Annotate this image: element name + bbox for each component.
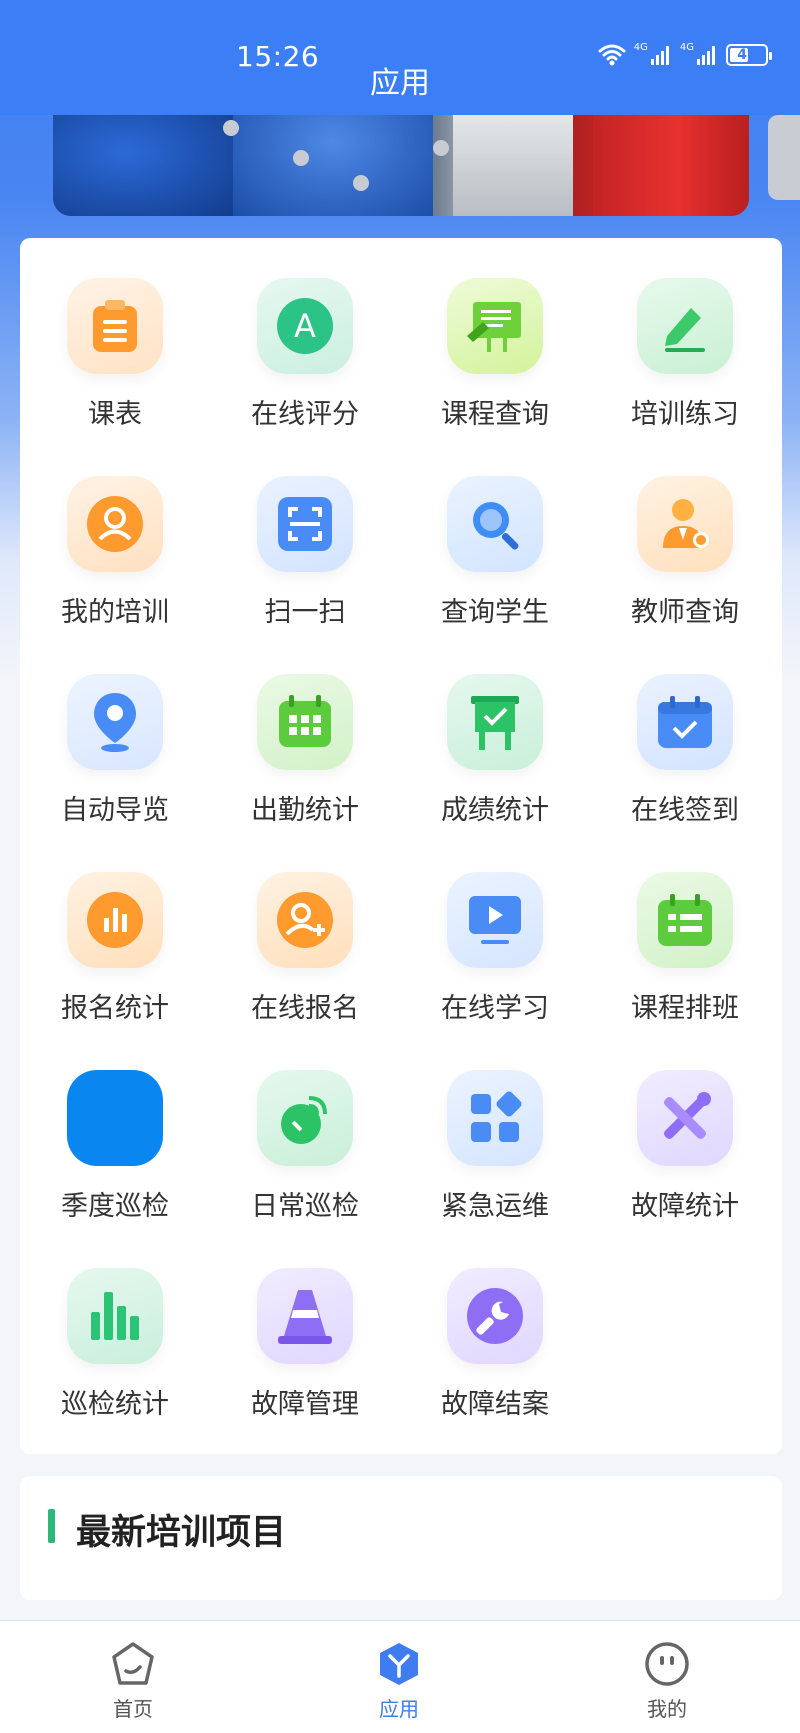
header-bar: 15:26 应用 4G 4G 49 xyxy=(0,0,800,115)
app-label: 培训练习 xyxy=(631,399,739,430)
video-play-icon xyxy=(447,872,543,968)
bottom-tab-bar: 首页 应用 我的 xyxy=(0,1620,800,1733)
app-label: 报名统计 xyxy=(61,993,169,1024)
grade-a-icon: A xyxy=(257,278,353,374)
app-grid: 课表 A 在线评分 课程查询 培训练习 我的培训 扫一扫 查询学生 教师查询 自… xyxy=(20,238,782,1454)
banner-next-image xyxy=(768,115,800,200)
app-label: 在线评分 xyxy=(251,399,359,430)
app-label: 课程排班 xyxy=(631,993,739,1024)
svg-text:A: A xyxy=(294,307,316,345)
tab-apps[interactable]: 应用 xyxy=(266,1621,532,1733)
signal-icon xyxy=(650,46,669,65)
tab-label: 应用 xyxy=(379,1697,419,1721)
network-type-1: 4G xyxy=(633,41,648,53)
traffic-cone-icon xyxy=(257,1268,353,1364)
section-title: 最新培训项目 xyxy=(76,1513,287,1553)
scan-icon xyxy=(257,476,353,572)
teacher-icon xyxy=(637,476,733,572)
app-label: 教师查询 xyxy=(631,597,739,628)
app-label: 故障统计 xyxy=(631,1191,739,1222)
app-label: 扫一扫 xyxy=(264,597,346,628)
app-grade-stats[interactable]: 成绩统计 xyxy=(400,674,590,844)
app-label: 日常巡检 xyxy=(251,1191,359,1222)
app-label: 课程查询 xyxy=(441,399,549,430)
app-label: 故障管理 xyxy=(251,1389,359,1420)
clipboard-icon xyxy=(67,278,163,374)
latest-training-section: 最新培训项目 xyxy=(20,1476,782,1600)
app-label: 季度巡检 xyxy=(61,1191,169,1222)
search-icon xyxy=(447,476,543,572)
tools-icon xyxy=(637,1070,733,1166)
app-label: 紧急运维 xyxy=(441,1191,549,1222)
app-label: 成绩统计 xyxy=(441,795,549,826)
app-fault-closure[interactable]: 故障结案 xyxy=(400,1268,590,1438)
app-daily-inspection[interactable]: 日常巡检 xyxy=(210,1070,400,1240)
battery-icon: 49 xyxy=(726,44,772,66)
satellite-dish-icon xyxy=(257,1070,353,1166)
bar-chart-icon xyxy=(67,1268,163,1364)
network-type-2: 4G xyxy=(679,41,694,53)
app-emergency-maintenance[interactable]: 紧急运维 xyxy=(400,1070,590,1240)
app-online-checkin[interactable]: 在线签到 xyxy=(590,674,780,844)
pencil-icon xyxy=(637,278,733,374)
signal-icon-2 xyxy=(697,46,715,65)
location-pin-icon xyxy=(67,674,163,770)
app-course-scheduling[interactable]: 课程排班 xyxy=(590,872,780,1042)
app-online-grading[interactable]: A 在线评分 xyxy=(210,278,400,448)
app-schedule[interactable]: 课表 xyxy=(20,278,210,448)
app-enrollment-stats[interactable]: 报名统计 xyxy=(20,872,210,1042)
app-my-training[interactable]: 我的培训 xyxy=(20,476,210,646)
wrench-circle-icon xyxy=(447,1268,543,1364)
apps-hex-icon xyxy=(374,1639,424,1689)
app-label: 巡检统计 xyxy=(61,1389,169,1420)
app-label: 在线签到 xyxy=(631,795,739,826)
app-label: 查询学生 xyxy=(441,597,549,628)
apps-grid-icon xyxy=(447,1070,543,1166)
battery-level: 49 xyxy=(737,47,757,63)
app-online-learning[interactable]: 在线学习 xyxy=(400,872,590,1042)
app-student-query[interactable]: 查询学生 xyxy=(400,476,590,646)
tab-label: 我的 xyxy=(647,1697,687,1721)
app-label: 故障结案 xyxy=(441,1389,549,1420)
app-auto-guide[interactable]: 自动导览 xyxy=(20,674,210,844)
home-icon xyxy=(108,1639,158,1689)
app-course-query[interactable]: 课程查询 xyxy=(400,278,590,448)
tab-label: 首页 xyxy=(113,1697,153,1721)
app-label: 在线学习 xyxy=(441,993,549,1024)
add-user-icon xyxy=(257,872,353,968)
wifi-icon xyxy=(598,44,626,66)
easel-check-icon xyxy=(447,674,543,770)
schedule-icon xyxy=(637,872,733,968)
app-fault-stats[interactable]: 故障统计 xyxy=(590,1070,780,1240)
app-label: 在线报名 xyxy=(251,993,359,1024)
blue-square-icon xyxy=(67,1070,163,1166)
app-inspection-stats[interactable]: 巡检统计 xyxy=(20,1268,210,1438)
app-label: 出勤统计 xyxy=(251,795,359,826)
banner-image[interactable] xyxy=(53,110,749,216)
tab-home[interactable]: 首页 xyxy=(0,1621,266,1733)
app-label: 自动导览 xyxy=(61,795,169,826)
app-label: 课表 xyxy=(88,399,142,430)
status-icons: 4G 4G 49 xyxy=(598,41,772,66)
section-accent-bar xyxy=(48,1509,55,1543)
app-teacher-query[interactable]: 教师查询 xyxy=(590,476,780,646)
blackboard-icon xyxy=(447,278,543,374)
app-online-enrollment[interactable]: 在线报名 xyxy=(210,872,400,1042)
app-label: 我的培训 xyxy=(61,597,169,628)
app-quarterly-inspection[interactable]: 季度巡检 xyxy=(20,1070,210,1240)
profile-face-icon xyxy=(642,1639,692,1689)
user-icon xyxy=(67,476,163,572)
app-attendance-stats[interactable]: 出勤统计 xyxy=(210,674,400,844)
app-training-practice[interactable]: 培训练习 xyxy=(590,278,780,448)
calendar-grid-icon xyxy=(257,674,353,770)
app-fault-management[interactable]: 故障管理 xyxy=(210,1268,400,1438)
tab-mine[interactable]: 我的 xyxy=(534,1621,800,1733)
bar-chart-circle-icon xyxy=(67,872,163,968)
calendar-check-icon xyxy=(637,674,733,770)
app-scan[interactable]: 扫一扫 xyxy=(210,476,400,646)
